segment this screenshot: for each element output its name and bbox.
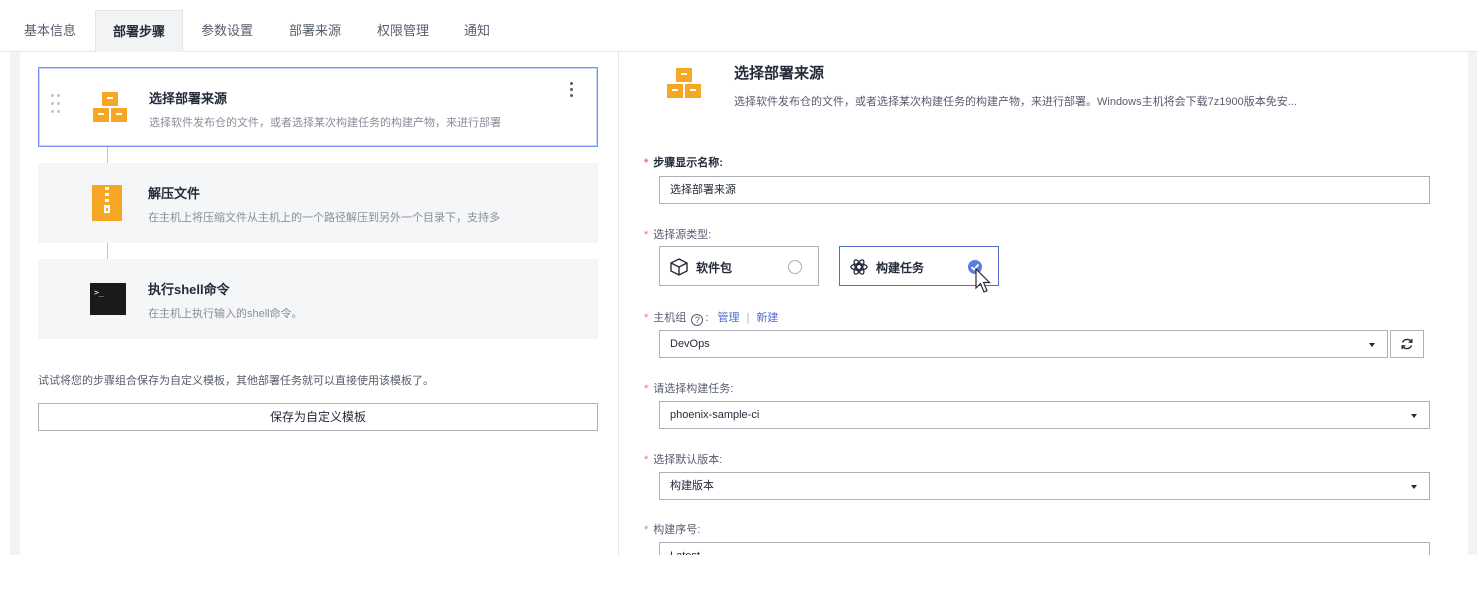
package-icon xyxy=(669,257,689,282)
default-version-label: * 选择默认版本: xyxy=(644,454,723,466)
svg-text:>_: >_ xyxy=(94,288,104,297)
manage-link[interactable]: 管理 xyxy=(717,312,739,324)
step-description: 选择软件发布仓的文件，或者选择某次构建任务的构建产物，来进行部署 xyxy=(149,117,501,129)
default-version-select[interactable]: 构建版本 xyxy=(659,472,1430,500)
build-number-label: * 构建序号: xyxy=(644,524,701,536)
step-card-select-source[interactable]: 选择部署来源 选择软件发布仓的文件，或者选择某次构建任务的构建产物，来进行部署 xyxy=(38,67,598,147)
step-connector xyxy=(107,243,108,259)
tab-deploy-source[interactable]: 部署来源 xyxy=(278,10,352,52)
detail-description: 选择软件发布仓的文件，或者选择某次构建任务的构建产物，来进行部署。Windows… xyxy=(734,96,1297,108)
tab-permissions[interactable]: 权限管理 xyxy=(366,10,440,52)
save-template-button[interactable]: 保存为自定义模板 xyxy=(38,403,598,431)
right-scroll-gutter xyxy=(1468,52,1477,555)
source-option-package[interactable]: 软件包 xyxy=(659,246,819,286)
step-description: 在主机上执行输入的shell命令。 xyxy=(148,308,303,320)
drag-handle-icon[interactable] xyxy=(51,94,61,122)
template-hint: 试试将您的步骤组合保存为自定义模板，其他部署任务就可以直接使用该模板了。 xyxy=(38,375,434,387)
tab-bar: 基本信息 部署步骤 参数设置 部署来源 权限管理 通知 xyxy=(0,10,1477,53)
step-name-label: * 步骤显示名称: xyxy=(644,157,723,169)
step-card-unzip[interactable]: 解压文件 在主机上将压缩文件从主机上的一个路径解压到另外一个目录下，支持多 xyxy=(38,163,598,243)
build-number-input[interactable]: Latest xyxy=(659,542,1430,555)
host-group-select[interactable]: DevOps xyxy=(659,330,1388,358)
chevron-down-icon xyxy=(1369,343,1375,347)
zip-file-icon xyxy=(92,185,122,226)
step-title: 选择部署来源 xyxy=(149,91,228,106)
new-link[interactable]: 新建 xyxy=(756,312,778,324)
host-group-label: * 主机组 ?: 管理 | 新建 xyxy=(644,312,779,326)
step-name-input[interactable]: 选择部署来源 xyxy=(659,176,1430,204)
tab-notifications[interactable]: 通知 xyxy=(452,10,502,52)
terminal-icon: >_ xyxy=(90,283,126,320)
source-type-label: * 选择源类型: xyxy=(644,229,712,241)
more-options-icon[interactable] xyxy=(569,82,575,100)
step-description: 在主机上将压缩文件从主机上的一个路径解压到另外一个目录下，支持多 xyxy=(148,212,500,224)
step-title: 执行shell命令 xyxy=(148,282,230,297)
refresh-icon xyxy=(1401,338,1413,350)
build-task-icon xyxy=(849,257,869,282)
build-task-label: * 请选择构建任务: xyxy=(644,383,734,395)
tab-parameters[interactable]: 参数设置 xyxy=(190,10,264,52)
step-connector xyxy=(107,147,108,163)
bottom-blank xyxy=(0,555,1477,601)
step-card-shell[interactable]: >_ 执行shell命令 在主机上执行输入的shell命令。 xyxy=(38,259,598,339)
build-number-clip: Latest xyxy=(0,542,1477,555)
build-task-select[interactable]: phoenix-sample-ci xyxy=(659,401,1430,429)
help-icon[interactable]: ? xyxy=(691,314,704,326)
detail-title: 选择部署来源 xyxy=(734,65,825,82)
boxes-icon xyxy=(667,66,701,105)
step-title: 解压文件 xyxy=(148,186,201,201)
chevron-down-icon xyxy=(1411,414,1417,418)
refresh-button[interactable] xyxy=(1390,330,1424,358)
tab-deploy-steps[interactable]: 部署步骤 xyxy=(95,10,183,53)
tab-basic-info[interactable]: 基本信息 xyxy=(12,10,88,52)
radio-unchecked[interactable] xyxy=(788,260,802,274)
mouse-cursor-icon xyxy=(974,267,992,299)
panel-divider xyxy=(618,52,619,555)
boxes-icon xyxy=(93,90,127,129)
chevron-down-icon xyxy=(1411,485,1417,489)
